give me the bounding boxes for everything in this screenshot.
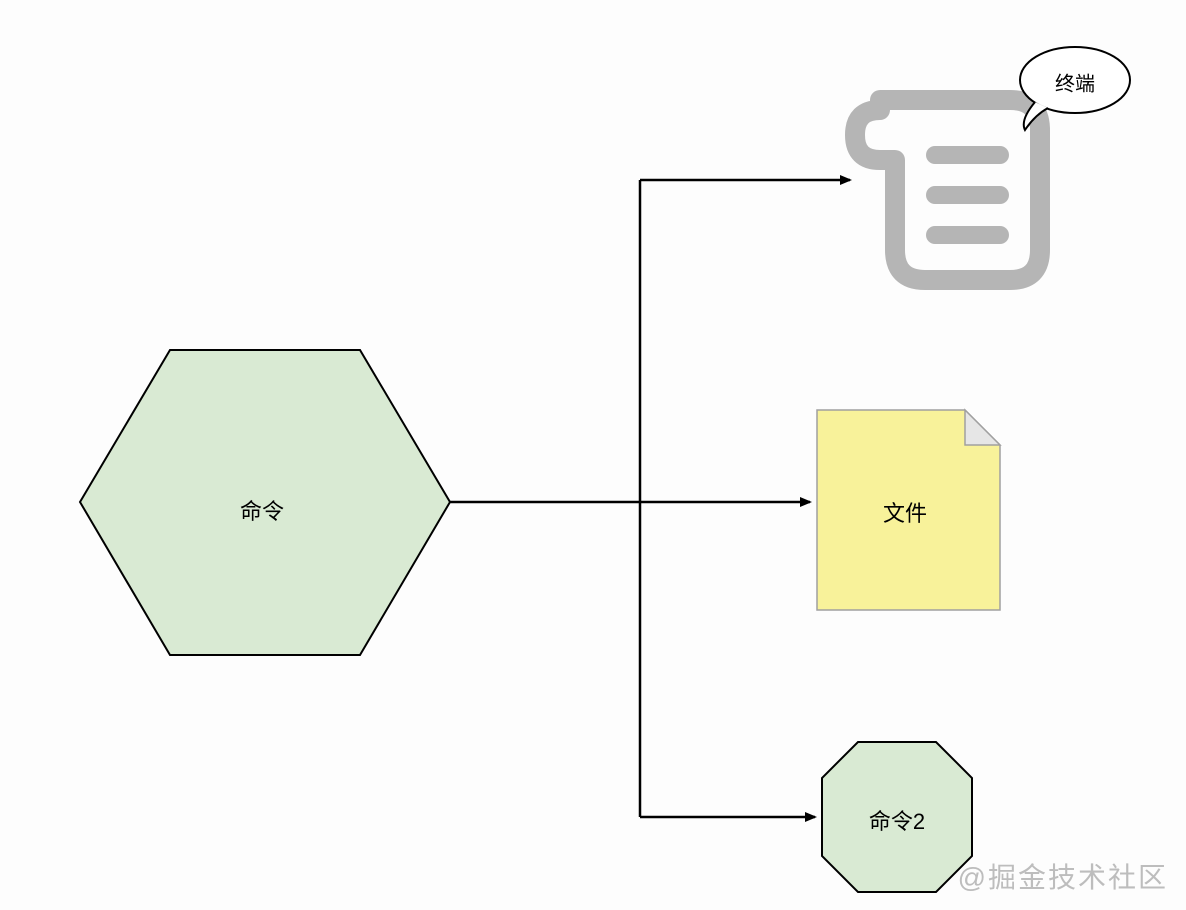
label-file: 文件 (883, 496, 927, 528)
diagram-canvas (0, 0, 1186, 910)
label-command: 命令 (240, 494, 284, 526)
label-terminal-bubble: 终端 (1055, 68, 1095, 97)
label-command2: 命令2 (869, 804, 925, 836)
watermark-text: @掘金技术社区 (958, 856, 1168, 896)
scroll-terminal-icon (855, 100, 1040, 280)
